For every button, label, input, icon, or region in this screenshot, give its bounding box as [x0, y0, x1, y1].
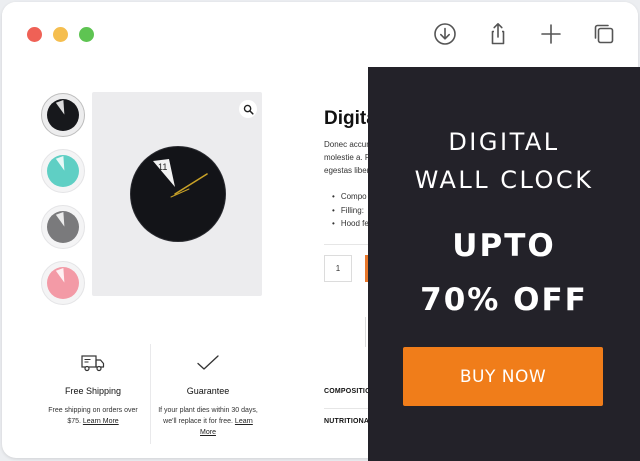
quantity-input[interactable]: 1 — [324, 255, 352, 282]
feature-description: Free shipping on orders over $75. Learn … — [42, 405, 144, 427]
plus-icon[interactable] — [538, 21, 564, 47]
download-icon[interactable] — [432, 21, 458, 47]
promo-title: DIGITAL WALL CLOCK — [368, 123, 640, 199]
buy-now-button[interactable]: BUY NOW — [403, 347, 603, 406]
clock-number: 11 — [158, 162, 167, 172]
feature-title: Guarantee — [186, 386, 230, 396]
product-features-list: Compo Filling: Hood fe — [332, 190, 369, 231]
share-icon[interactable] — [485, 21, 511, 47]
swatch-face — [47, 211, 79, 243]
checkmark-icon — [156, 350, 260, 376]
feature-guarantee: Guarantee If your plant dies within 30 d… — [156, 350, 260, 438]
maximize-window-button[interactable] — [79, 27, 94, 42]
divider — [324, 244, 370, 245]
divider — [324, 408, 370, 409]
promo-title-line: DIGITAL — [448, 128, 560, 156]
swatch-face — [47, 155, 79, 187]
promo-banner: DIGITAL WALL CLOCK UPTO 70% OFF BUY NOW — [368, 67, 640, 461]
promo-offer: UPTO 70% OFF — [368, 219, 640, 327]
delivery-truck-icon — [42, 350, 144, 376]
tabs-icon[interactable] — [591, 21, 617, 47]
swatch-black[interactable] — [41, 93, 85, 137]
promo-title-line: WALL CLOCK — [414, 166, 594, 194]
swatch-face — [47, 267, 79, 299]
wall-clock-image: 11 — [131, 147, 225, 241]
swatch-teal[interactable] — [41, 149, 85, 193]
learn-more-link[interactable]: Learn More — [83, 418, 119, 425]
nutritional-tab[interactable]: NUTRITIONAL — [324, 418, 374, 425]
zoom-button[interactable] — [239, 100, 257, 118]
swatch-pink[interactable] — [41, 261, 85, 305]
swatch-face — [47, 99, 79, 131]
minimize-window-button[interactable] — [53, 27, 68, 42]
feature-title: Free Shipping — [64, 386, 122, 396]
divider — [150, 344, 151, 444]
list-item: Filling: — [332, 204, 369, 218]
close-window-button[interactable] — [27, 27, 42, 42]
promo-offer-line: 70% OFF — [420, 282, 588, 318]
title-bar — [2, 2, 638, 66]
composition-tab[interactable]: COMPOSITIO — [324, 388, 371, 395]
list-item: Compo — [332, 190, 369, 204]
list-item: Hood fe — [332, 217, 369, 231]
promo-offer-line: UPTO — [452, 228, 556, 264]
feature-description: If your plant dies within 30 days, we'll… — [156, 405, 260, 438]
clock-face-icon: 11 — [153, 159, 208, 198]
swatch-gray[interactable] — [41, 205, 85, 249]
feature-free-shipping: Free Shipping Free shipping on orders ov… — [42, 350, 144, 427]
magnifier-icon — [243, 104, 254, 115]
